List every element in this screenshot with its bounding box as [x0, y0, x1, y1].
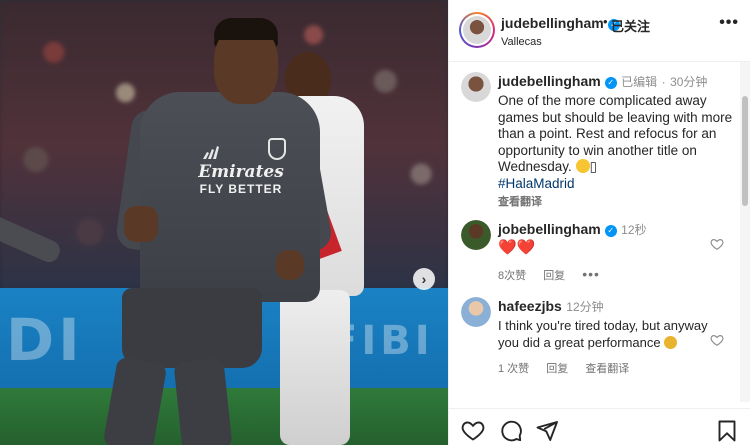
comment-body: I think you're tired today, but anyway y… — [498, 318, 708, 351]
verified-badge-icon: ✓ — [604, 225, 617, 237]
comment-see-translation-link[interactable]: 查看翻译 — [585, 363, 629, 375]
sponsor-line-1: Emirates — [198, 162, 284, 182]
clapping-hands-emoji-icon — [664, 335, 678, 349]
comment-time[interactable]: 12秒 — [621, 223, 646, 237]
jersey-sponsor: Emirates FLY BETTER — [196, 162, 286, 196]
scrollbar-thumb[interactable] — [742, 96, 748, 206]
comment-reply-button[interactable]: 回复 — [546, 363, 568, 375]
comment-username[interactable]: hafeezjbs — [498, 298, 562, 314]
comment-username[interactable]: jobebellingham — [498, 221, 601, 237]
comment-text: ❤️❤️ — [498, 239, 536, 256]
post-side-panel: judebellingham ✓ • 已关注 Vallecas ••• judeb… — [448, 0, 750, 445]
heart-icon[interactable] — [461, 419, 485, 443]
comment-avatar[interactable] — [461, 220, 491, 250]
comments-scrollbar[interactable] — [740, 62, 750, 402]
caption-header: judebellingham ✓ 已编辑 · 30分钟 — [498, 73, 738, 91]
author-username[interactable]: judebellingham ✓ — [501, 15, 620, 31]
post-photo[interactable]: DI FIBI Emirates FLY BETTER › — [0, 0, 448, 445]
caption-text: One of the more complicated away games b… — [498, 93, 733, 174]
board-text-left: DI — [6, 306, 84, 374]
see-translation-link[interactable]: 查看翻译 — [498, 193, 738, 209]
comment-reply-button[interactable]: 回复 — [543, 270, 565, 282]
share-icon[interactable] — [535, 419, 559, 443]
comment-avatar[interactable] — [461, 297, 491, 327]
caption-hashtag[interactable]: #HalaMadrid — [498, 176, 738, 193]
comment-likes[interactable]: 1 次赞 — [498, 363, 529, 375]
sponsor-line-2: FLY BETTER — [199, 182, 283, 196]
club-crest-icon — [268, 138, 286, 160]
caption-block: judebellingham ✓ 已编辑 · 30分钟 One of the mo… — [498, 73, 738, 209]
bookmark-icon[interactable] — [715, 419, 739, 443]
chevron-right-icon[interactable]: › — [413, 268, 435, 290]
caption-trailing-glyph: ▯ — [589, 159, 597, 174]
verified-badge-icon: ✓ — [604, 77, 617, 89]
separator-dot: • — [603, 14, 608, 29]
follow-status-button[interactable]: 已关注 — [611, 16, 650, 35]
comment-header: jobebellingham ✓ 12秒 — [498, 221, 718, 239]
post-header: judebellingham ✓ • 已关注 Vallecas ••• — [449, 0, 750, 62]
player-hair-top — [214, 18, 278, 40]
post-action-bar — [449, 408, 750, 445]
caption-body: One of the more complicated away games b… — [498, 93, 738, 176]
comment-icon[interactable] — [499, 419, 523, 443]
caption-username[interactable]: judebellingham — [498, 73, 601, 89]
meta-dot: · — [661, 75, 666, 89]
player-fist — [124, 206, 158, 242]
more-options-icon[interactable]: ••• — [719, 14, 739, 32]
comment-item: jobebellingham ✓ 12秒 ❤️❤️ 8次赞 回复 ••• — [498, 221, 718, 283]
post-location[interactable]: Vallecas — [501, 36, 542, 48]
comment-actions: 8次赞 回复 ••• — [498, 266, 718, 283]
comment-actions: 1 次赞 回复 查看翻译 — [498, 360, 708, 376]
background-player-legs — [280, 290, 350, 445]
author-avatar[interactable] — [459, 12, 495, 48]
comment-like-icon[interactable] — [710, 237, 724, 251]
comment-item: hafeezjbs 12分钟 I think you're tired toda… — [498, 298, 708, 376]
tired-face-emoji-icon — [575, 159, 590, 173]
author-username-text[interactable]: judebellingham — [501, 15, 604, 31]
caption-avatar[interactable] — [461, 72, 491, 102]
comment-more-icon[interactable]: ••• — [582, 266, 600, 282]
comment-time[interactable]: 12分钟 — [566, 300, 603, 314]
comment-like-icon[interactable] — [710, 333, 724, 347]
comment-header: hafeezjbs 12分钟 — [498, 298, 708, 316]
adidas-logo-icon — [203, 146, 219, 159]
player-hand — [276, 250, 304, 280]
edited-label: 已编辑 — [621, 75, 658, 89]
comment-likes[interactable]: 8次赞 — [498, 270, 526, 282]
caption-time[interactable]: 30分钟 — [670, 75, 707, 89]
player-leg-right — [173, 357, 233, 445]
player-shorts — [122, 288, 262, 368]
